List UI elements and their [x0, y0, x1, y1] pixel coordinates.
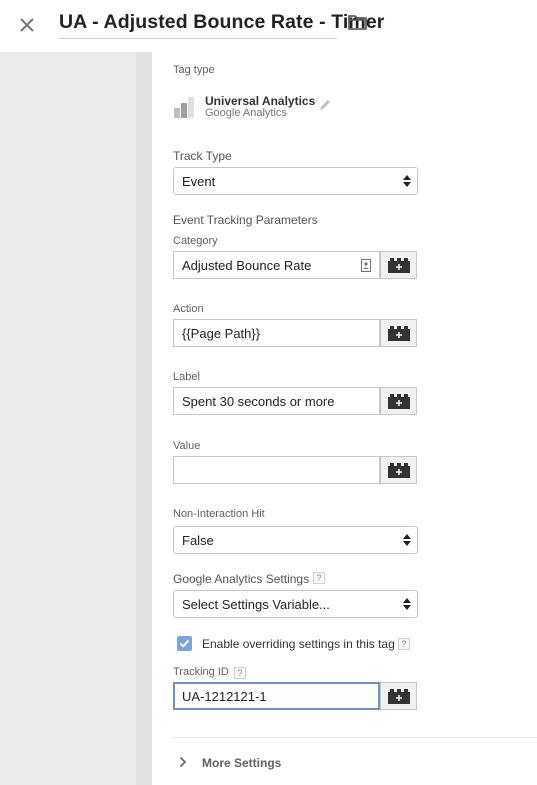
ga-settings-label: Google Analytics Settings: [173, 572, 310, 586]
label-label: Label: [173, 371, 200, 383]
section-divider: [173, 737, 537, 738]
value-label: Value: [173, 440, 201, 452]
select-arrows-icon: [403, 598, 411, 610]
tag-config-panel: Tag type Universal Analytics Google Anal…: [152, 52, 537, 785]
checkmark-icon: [179, 639, 190, 648]
event-params-heading: Event Tracking Parameters: [173, 213, 318, 227]
tracking-id-label: Tracking ID: [173, 666, 229, 678]
tracking-id-input[interactable]: UA-1212121-1: [173, 682, 380, 710]
variable-brick-icon: [388, 394, 410, 409]
enable-override-label[interactable]: Enable overriding settings in this tag: [202, 637, 395, 651]
tag-type-label: Tag type: [173, 64, 215, 76]
category-label: Category: [173, 235, 218, 247]
close-button[interactable]: [14, 12, 40, 38]
tag-type-name: Universal Analytics: [205, 94, 316, 108]
header-bar: UA - Adjusted Bounce Rate - Timer: [0, 0, 537, 52]
category-input[interactable]: Adjusted Bounce Rate: [173, 251, 380, 279]
panel-edge: [136, 52, 152, 785]
tracking-id-variable-button[interactable]: [380, 682, 417, 710]
label-variable-button[interactable]: [380, 387, 417, 415]
folder-icon: [348, 15, 367, 30]
category-value: Adjusted Bounce Rate: [182, 258, 312, 273]
enable-override-checkbox[interactable]: [177, 636, 192, 651]
track-type-value: Event: [182, 174, 216, 189]
label-input[interactable]: Spent 30 seconds or more: [173, 387, 380, 415]
select-arrows-icon: [403, 175, 411, 187]
ga-settings-value: Select Settings Variable...: [182, 597, 330, 612]
ga-settings-select[interactable]: Select Settings Variable...: [173, 590, 418, 618]
title-underline: [59, 38, 337, 39]
label-value: Spent 30 seconds or more: [182, 394, 335, 409]
folder-button[interactable]: [347, 12, 369, 34]
action-value: {{Page Path}}: [182, 326, 261, 341]
variable-brick-icon: [388, 258, 410, 273]
ga-settings-help-button[interactable]: ?: [313, 572, 325, 584]
non-interaction-label: Non-Interaction Hit: [173, 508, 265, 520]
tag-title[interactable]: UA - Adjusted Bounce Rate - Timer: [59, 11, 384, 34]
universal-analytics-icon: [174, 97, 194, 118]
track-type-select[interactable]: Event: [173, 167, 418, 195]
override-help-button[interactable]: ?: [398, 638, 410, 650]
close-icon: [20, 18, 34, 32]
pencil-icon: [320, 100, 330, 110]
track-type-label: Track Type: [173, 149, 232, 163]
action-input[interactable]: {{Page Path}}: [173, 319, 380, 347]
action-label: Action: [173, 303, 204, 315]
variable-brick-icon: [388, 326, 410, 341]
value-input[interactable]: [173, 456, 380, 484]
tag-type-provider: Google Analytics: [205, 107, 287, 119]
more-settings-label: More Settings: [202, 756, 282, 770]
background-area: [0, 52, 136, 785]
action-variable-button[interactable]: [380, 319, 417, 347]
more-settings-toggle[interactable]: More Settings: [173, 752, 373, 774]
edit-tag-type-button[interactable]: [318, 98, 332, 112]
select-arrows-icon: [403, 534, 411, 546]
tracking-id-help-button[interactable]: ?: [234, 667, 246, 679]
value-variable-button[interactable]: [380, 456, 417, 484]
non-interaction-value: False: [182, 533, 214, 548]
chevron-right-icon: [179, 756, 187, 768]
category-variable-button[interactable]: [380, 251, 417, 279]
tracking-id-value: UA-1212121-1: [182, 689, 267, 704]
variable-brick-icon: [388, 689, 410, 704]
variable-brick-icon: [388, 463, 410, 478]
contact-card-icon: [361, 259, 371, 272]
non-interaction-select[interactable]: False: [173, 526, 418, 554]
